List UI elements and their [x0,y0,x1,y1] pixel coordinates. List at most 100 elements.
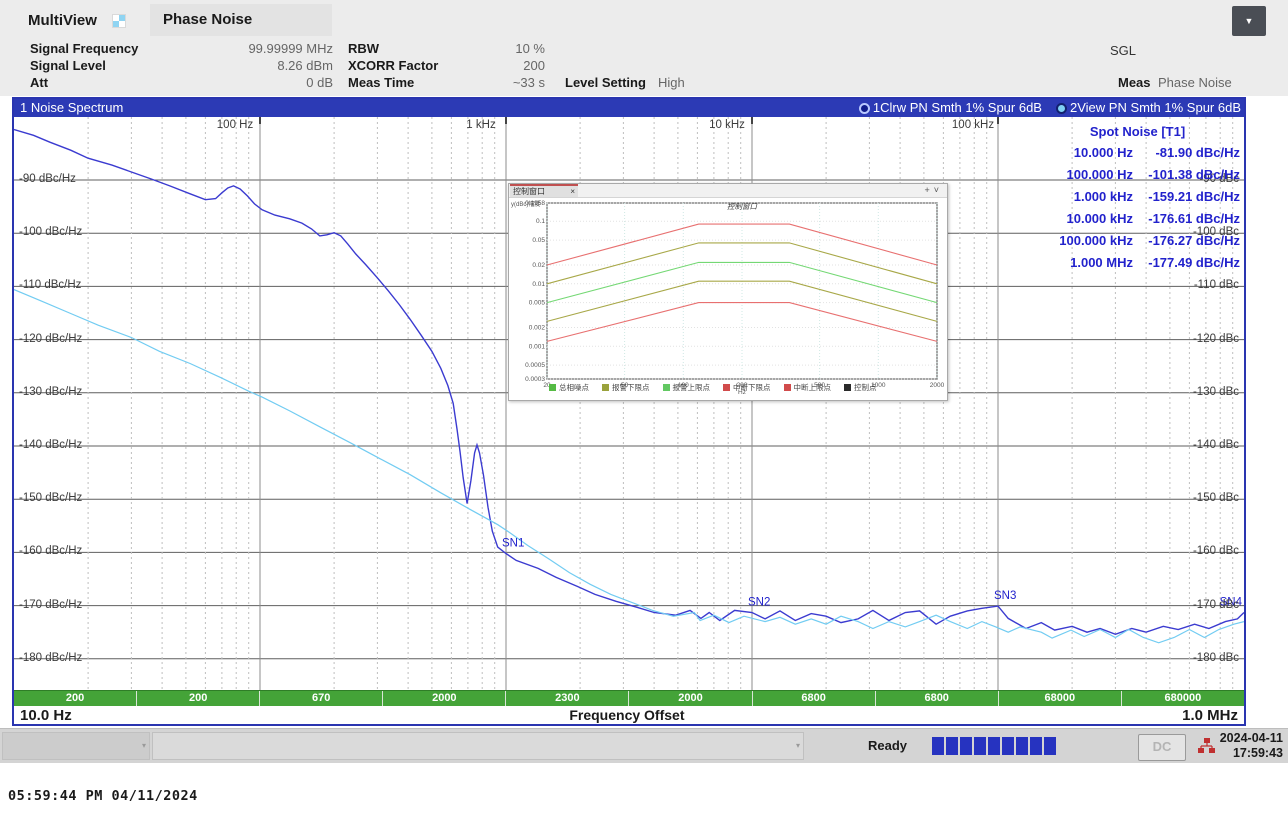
spot-noise-value: -176.61 dBc/Hz [1133,208,1240,230]
overlay-legend: 总相噪点报警下限点报警上限点中断下限点中断上限点控制点 [549,382,877,393]
x-axis-tick-label: 100 Hz [217,119,253,131]
trace2-label: 2View PN Smth 1% Spur 6dB [1070,99,1241,117]
legend-label: 中断下限点 [733,382,771,393]
x-axis-label: Frequency Offset [569,707,684,723]
rbw-label: RBW [348,41,379,56]
att-value: 0 dB [175,75,333,90]
y-axis-label-left: -110 dBc/Hz [19,279,81,291]
status-field-message[interactable]: ▾ [152,732,804,760]
signal-level-value: 8.26 dBm [175,58,333,73]
signal-frequency-value: 99.99999 MHz [175,41,333,56]
spot-noise-row: 10.000 Hz-81.90 dBc/Hz [1035,142,1240,164]
header-band: MultiView Phase Noise ▼ Signal Frequency… [0,0,1288,96]
y-axis-label-left: -180 dBc/Hz [19,652,82,664]
segment-rbw-value: 200 [14,691,137,706]
level-setting-value: High [658,75,685,90]
legend-label: 控制点 [854,382,877,393]
xcorr-value: 200 [430,58,545,73]
trace1-bullet-icon [859,103,870,114]
tab-phase-noise[interactable]: Phase Noise [150,4,332,36]
segment-rbw-value: 680000 [1122,691,1244,706]
dropdown-chevron-icon: ▾ [796,741,800,750]
legend-label: 中断上限点 [794,382,832,393]
xcorr-label: XCORR Factor [348,58,438,73]
legend-color-swatch [784,384,791,391]
status-field-left[interactable]: ▾ [2,732,150,760]
y-axis-label-left: -170 dBc/Hz [19,599,82,611]
progress-block [1016,737,1028,755]
window-titlebar[interactable]: 1 Noise Spectrum 1Clrw PN Smth 1% Spur 6… [14,99,1244,117]
overlay-window-controls[interactable]: +˅ [924,185,943,195]
spot-noise-table: Spot Noise [T1] 10.000 Hz-81.90 dBc/Hz10… [1035,122,1240,274]
y-axis-label-right: -120 dBc [1193,333,1239,345]
level-setting-label: Level Setting [565,75,646,90]
y-axis-label-right: -180 dBc [1193,652,1239,664]
instrument-screen: MultiView Phase Noise ▼ Signal Frequency… [0,0,1288,826]
y-axis-label-right: -130 dBc [1193,386,1239,398]
spot-noise-value: -81.90 dBc/Hz [1133,142,1240,164]
progress-block [932,737,944,755]
segment-rbw-value: 6800 [876,691,999,706]
x-axis-tick-label: 100 kHz [952,119,994,131]
progress-block [1044,737,1056,755]
date-time: 2024-04-11 17:59:43 [1220,731,1283,761]
dc-button[interactable]: DC [1138,734,1186,761]
att-label: Att [30,75,48,90]
overlay-chart-title: 控制窗口 [727,202,757,211]
overlay-y-tick: 0.0003 [525,376,545,383]
spot-noise-row: 1.000 kHz-159.21 dBc/Hz [1035,186,1240,208]
legend-color-swatch [602,384,609,391]
status-bar: ▾ ▾ Ready DC 2024-04-11 17:59:43 [0,728,1288,763]
dropdown-chevron-icon: ▾ [142,741,146,750]
overlay-legend-item: 总相噪点 [549,382,589,393]
trace1-legend-item[interactable]: 1Clrw PN Smth 1% Spur 6dB [859,99,1042,117]
overlay-y-tick: 0.002 [529,325,546,332]
segment-rbw-value: 2000 [629,691,752,706]
overlay-legend-item: 中断上限点 [784,382,832,393]
spot-noise-frequency: 10.000 Hz [1035,142,1133,164]
marker-label-sn1[interactable]: SN1 [502,538,524,550]
multiview-grid-icon [113,15,125,27]
spot-noise-value: -177.49 dBc/Hz [1133,252,1240,274]
progress-block [988,737,1000,755]
meas-time-value: ~33 s [430,75,545,90]
spot-noise-row: 10.000 kHz-176.61 dBc/Hz [1035,208,1240,230]
close-icon[interactable]: × [570,187,575,196]
segment-rbw-value: 2300 [506,691,629,706]
tab-multiview[interactable]: MultiView [28,12,97,29]
segment-rbw-value: 200 [137,691,260,706]
stop-frequency: 1.0 MHz [1182,707,1238,724]
y-axis-label-left: -140 dBc/Hz [19,439,82,451]
spot-noise-value: -159.21 dBc/Hz [1133,186,1240,208]
spot-noise-frequency: 1.000 kHz [1035,186,1133,208]
window-menu-button[interactable]: ▼ [1232,6,1266,36]
y-axis-label-left: -100 dBc/Hz [19,226,82,238]
x-axis-footer: 10.0 Hz Frequency Offset 1.0 MHz [14,706,1244,724]
y-axis-label-left: -150 dBc/Hz [19,492,82,504]
ready-status: Ready [868,738,907,753]
overlay-y-tick: 0.05 [532,237,545,244]
status-time: 17:59:43 [1220,746,1283,761]
overlay-tabbar: 控制窗口 × +˅ [509,184,947,198]
marker-label-sn3[interactable]: SN3 [994,590,1016,602]
remote-control-window[interactable]: 控制窗口 × +˅ 0.19580.10.050.020.010.0050.00… [508,183,948,401]
overlay-tab[interactable]: 控制窗口 × [510,184,578,197]
trace2-legend-item[interactable]: 2View PN Smth 1% Spur 6dB [1056,99,1241,117]
progress-block [1002,737,1014,755]
spot-noise-frequency: 1.000 MHz [1035,252,1133,274]
overlay-y-axis-label: y(dBc)幅度 [511,200,540,208]
plus-icon[interactable]: + [924,185,933,195]
meas-time-label: Meas Time [348,75,414,90]
collapse-icon[interactable]: ˅ [934,185,943,195]
y-axis-label-right: -160 dBc [1193,545,1239,557]
lan-network-icon[interactable] [1198,738,1216,754]
y-axis-label-right: -150 dBc [1193,492,1239,504]
y-axis-label-left: -130 dBc/Hz [19,386,82,398]
overlay-y-tick: 0.001 [529,343,546,350]
os-clock-text: 05:59:44 PM 04/11/2024 [8,788,198,804]
legend-color-swatch [663,384,670,391]
x-axis-tick-label: 10 kHz [709,119,745,131]
marker-label-sn2[interactable]: SN2 [748,597,770,609]
rbw-value: 10 % [430,41,545,56]
progress-block [1030,737,1042,755]
